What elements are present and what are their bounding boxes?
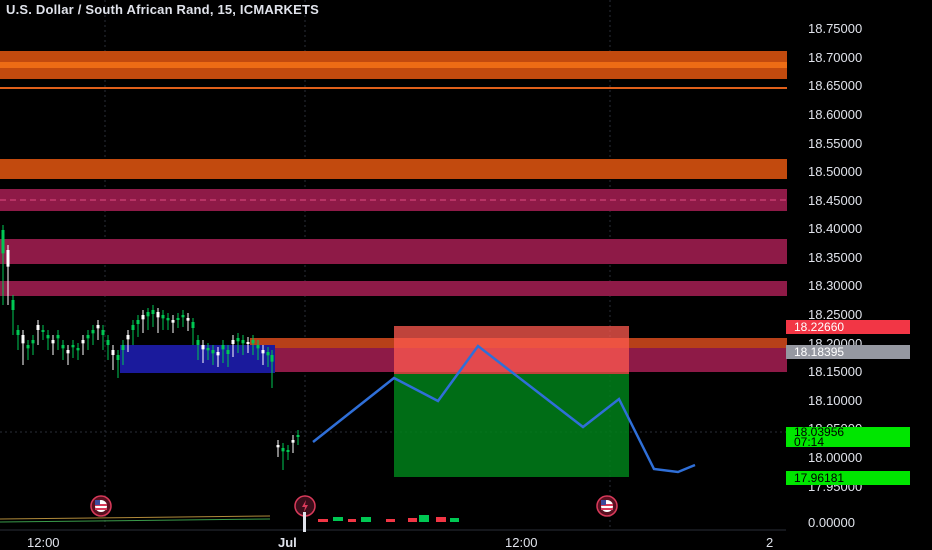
candle-body	[6, 250, 10, 267]
supply-zone-magenta-2	[0, 239, 787, 264]
candle-body	[131, 325, 135, 330]
candle-body	[121, 345, 125, 350]
price-tick: 18.65000	[808, 78, 863, 93]
candle-body	[151, 310, 155, 314]
candle-body	[236, 338, 240, 342]
candle-body	[276, 445, 280, 448]
price-tag-current: 18.03956 07:14	[786, 426, 910, 449]
zones[interactable]	[0, 51, 787, 373]
price-tag-target: 17.96181	[786, 471, 910, 485]
candle-body	[261, 350, 265, 354]
candle-body	[106, 340, 110, 345]
price-tick: 18.35000	[808, 250, 863, 265]
price-tick: 18.40000	[808, 221, 863, 236]
price-tick: 18.75000	[808, 21, 863, 36]
candle-body	[256, 345, 260, 349]
candle-body	[281, 448, 285, 452]
candle-body	[21, 335, 25, 344]
candle-body	[246, 342, 250, 344]
time-tick: 12:00	[27, 535, 60, 550]
us-flag-icon	[90, 495, 112, 517]
grid	[0, 0, 786, 530]
candle-body	[266, 352, 270, 356]
candle-body	[226, 350, 230, 354]
candle-body	[51, 340, 55, 344]
candle-body	[186, 318, 190, 321]
candle-body	[1, 230, 5, 254]
candle-body	[116, 355, 120, 360]
candle-body	[46, 335, 50, 339]
candle-body	[66, 350, 70, 354]
indicator-pane	[0, 512, 786, 532]
candle-body	[16, 330, 20, 335]
candle-body	[91, 330, 95, 334]
candle-body	[31, 340, 35, 344]
candle-body	[191, 322, 195, 328]
candle-body	[206, 348, 210, 351]
candle-body	[156, 312, 160, 318]
candle-body	[211, 350, 215, 354]
bar-countdown: 07:14	[794, 435, 825, 449]
price-tick: 18.30000	[808, 278, 863, 293]
candle-body	[166, 318, 170, 321]
price-tick: 18.50000	[808, 164, 863, 179]
candle-body	[216, 352, 220, 356]
price-tick: 18.60000	[808, 107, 863, 122]
price-tag-red: 18.22660	[786, 320, 910, 334]
supply-zone-magenta-3	[0, 281, 787, 296]
candle-body	[176, 318, 180, 320]
candle-body	[270, 355, 274, 362]
candle-body	[81, 340, 85, 344]
price-tick: 18.70000	[808, 50, 863, 65]
candle-body	[71, 345, 75, 348]
price-tick: 18.45000	[808, 193, 863, 208]
candle-body	[56, 335, 60, 339]
candle-body	[241, 340, 245, 344]
candle-body	[251, 340, 255, 344]
candle-body	[36, 325, 40, 330]
candle-body	[296, 435, 300, 437]
indicator-zero-tick: 0.00000	[808, 515, 855, 530]
candle-body	[11, 300, 15, 310]
candle-body	[201, 345, 205, 350]
candle-body	[171, 320, 175, 323]
candle-body	[196, 340, 200, 345]
price-tick: 18.15000	[808, 364, 863, 379]
candle-body	[96, 325, 100, 329]
candle-body	[111, 350, 115, 355]
chart-canvas[interactable]	[0, 0, 932, 550]
candle-body	[126, 335, 130, 340]
candle-body	[76, 348, 80, 351]
risk-zone	[394, 326, 629, 374]
price-tick: 18.10000	[808, 393, 863, 408]
chart-title: U.S. Dollar / South African Rand, 15, IC…	[6, 2, 320, 17]
time-tick: Jul	[278, 535, 297, 550]
candle-body	[26, 345, 30, 349]
candle-body	[286, 450, 290, 452]
candle-body	[41, 330, 45, 332]
event-markers[interactable]	[90, 495, 618, 517]
candle-body	[136, 320, 140, 324]
price-tag-gray: 18.18395	[786, 345, 910, 359]
us-flag-icon	[596, 495, 618, 517]
candle-body	[181, 315, 185, 318]
candle-body	[101, 330, 105, 335]
price-tick: 18.55000	[808, 136, 863, 151]
time-tick: 12:00	[505, 535, 538, 550]
candle-body	[141, 315, 145, 320]
supply-zone-orange	[0, 159, 787, 179]
candle-body	[61, 345, 65, 349]
candle-body	[231, 340, 235, 344]
supply-zone-top-core	[0, 62, 787, 68]
time-tick: 2	[766, 535, 774, 550]
candle-body	[86, 335, 90, 339]
candle-body	[291, 440, 295, 443]
reward-zone	[394, 374, 629, 477]
price-tick: 18.00000	[808, 450, 863, 465]
short-position-tool[interactable]	[394, 326, 629, 477]
candle-body	[146, 312, 150, 317]
candle-body	[221, 345, 225, 350]
candle-body	[161, 315, 165, 319]
